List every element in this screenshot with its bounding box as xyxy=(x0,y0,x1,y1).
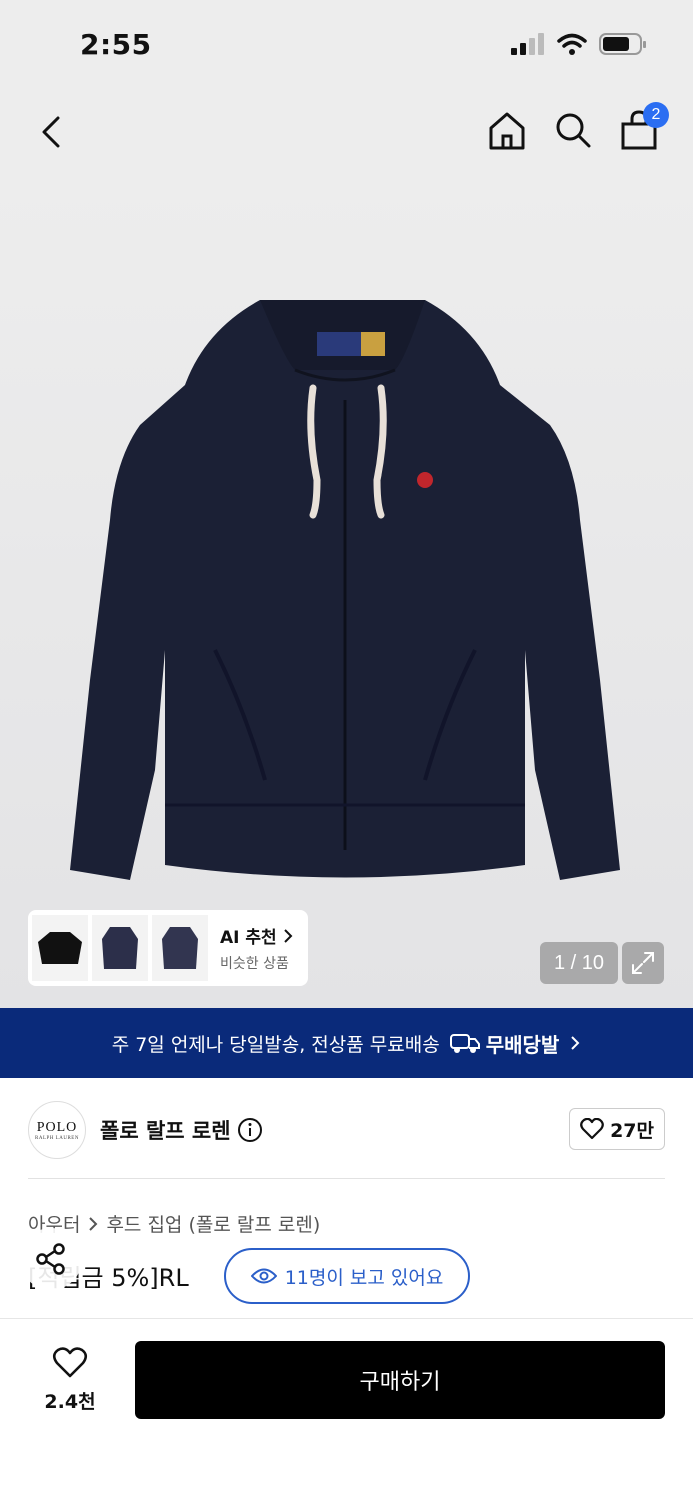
ai-subtitle: 비슷한 상품 xyxy=(220,956,289,972)
viewers-text: 11명이 보고 있어요 xyxy=(284,1266,444,1289)
similar-thumbnail[interactable] xyxy=(32,915,88,981)
search-button[interactable] xyxy=(553,108,593,152)
buy-button[interactable]: 구매하기 xyxy=(135,1341,665,1419)
ai-title-label: AI 추천 xyxy=(220,928,277,948)
wifi-icon xyxy=(557,33,587,55)
ai-title: AI 추천 xyxy=(220,923,293,948)
home-button[interactable] xyxy=(487,108,527,152)
chevron-right-icon xyxy=(571,1036,580,1050)
status-time: 2:55 xyxy=(80,28,152,61)
share-icon xyxy=(36,1243,65,1275)
viewers-indicator: 11명이 보고 있어요 xyxy=(224,1248,470,1304)
home-icon xyxy=(489,112,525,150)
brand-row: POLO RALPH LAUREN 폴로 랄프 로렌 27만 xyxy=(28,1100,665,1160)
chevron-right-icon xyxy=(89,1216,98,1231)
cart-badge: 2 xyxy=(643,102,669,128)
chevron-right-icon xyxy=(283,928,293,943)
hoodie-thumbnail-icon xyxy=(38,932,82,964)
status-icons xyxy=(511,32,647,56)
similar-thumbnail[interactable] xyxy=(92,915,148,981)
ai-recommendation-card[interactable]: AI 추천 비슷한 상품 xyxy=(28,910,308,986)
expand-image-button[interactable] xyxy=(622,942,664,984)
divider xyxy=(28,1178,665,1179)
cart-button[interactable]: 2 xyxy=(619,102,669,152)
delivery-truck-icon xyxy=(449,1034,480,1053)
share-button[interactable] xyxy=(20,1228,82,1290)
delivery-promo-banner[interactable]: 주 7일 언제나 당일발송, 전상품 무료배송 무배당발 xyxy=(0,1008,693,1078)
heart-icon xyxy=(580,1118,604,1140)
back-button[interactable] xyxy=(34,110,70,154)
expand-icon xyxy=(632,952,654,974)
product-image xyxy=(70,300,620,880)
wishlist-count: 2.4천 xyxy=(44,1391,96,1413)
brand-logo-main: POLO xyxy=(36,1119,78,1135)
breadcrumb-item[interactable]: 후드 집업 (폴로 랄프 로렌) xyxy=(106,1210,320,1237)
brand-like-button[interactable]: 27만 xyxy=(569,1108,665,1150)
ai-recommendation-text: AI 추천 비슷한 상품 xyxy=(220,923,293,973)
top-nav: 2 xyxy=(0,90,693,180)
info-icon[interactable] xyxy=(237,1117,263,1143)
product-image-gallery[interactable]: AI 추천 비슷한 상품 1 / 10 xyxy=(0,180,693,1008)
status-bar: 2:55 xyxy=(0,0,693,90)
breadcrumb: 아우터 후드 집업 (폴로 랄프 로렌) xyxy=(28,1210,320,1237)
nav-actions: 2 xyxy=(487,102,669,152)
image-counter: 1 / 10 xyxy=(540,942,618,984)
hoodie-thumbnail-icon xyxy=(102,927,138,969)
promo-text: 주 7일 언제나 당일발송, 전상품 무료배송 xyxy=(111,1033,440,1056)
promo-badge-label: 무배당발 xyxy=(485,1032,560,1057)
similar-thumbnail[interactable] xyxy=(152,915,208,981)
battery-icon xyxy=(599,33,646,55)
brand-name[interactable]: 폴로 랄프 로렌 xyxy=(100,1115,231,1145)
heart-icon xyxy=(52,1347,88,1378)
promo-badge: 무배당발 xyxy=(449,1029,560,1058)
signal-icon xyxy=(511,33,544,55)
search-icon xyxy=(556,113,591,148)
brand-like-count: 27만 xyxy=(610,1119,654,1142)
chevron-left-icon xyxy=(42,116,60,148)
wishlist-button[interactable]: 2.4천 xyxy=(30,1347,110,1414)
brand-logo-small: RALPH LAUREN xyxy=(35,1135,79,1141)
eye-icon xyxy=(250,1268,277,1284)
brand-logo[interactable]: POLO RALPH LAUREN xyxy=(28,1101,86,1159)
hoodie-thumbnail-icon xyxy=(162,927,198,969)
bottom-action-bar: 2.4천 구매하기 xyxy=(0,1318,693,1500)
